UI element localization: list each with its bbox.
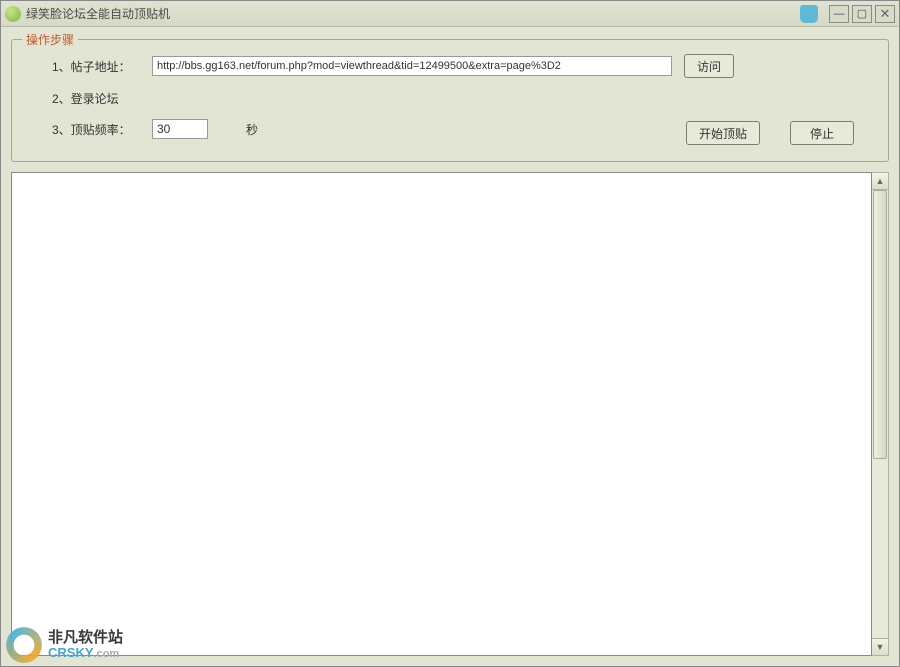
label-login: 2、登录论坛	[52, 90, 152, 107]
label-frequency: 3、顶贴频率：	[52, 121, 152, 138]
label-post-url: 1、帖子地址：	[52, 58, 152, 75]
start-button[interactable]: 开始顶贴	[686, 121, 760, 145]
row-post-url: 1、帖子地址： 访问	[22, 54, 878, 78]
window-controls: — ▢ ✕	[829, 5, 895, 23]
scroll-thumb[interactable]	[873, 190, 887, 459]
viewer-area: ▲ ▼	[11, 172, 889, 656]
row-login: 2、登录论坛	[22, 90, 878, 107]
maximize-button[interactable]: ▢	[852, 5, 872, 23]
stop-button[interactable]: 停止	[790, 121, 854, 145]
title-bar: 绿笑脸论坛全能自动顶贴机 — ▢ ✕	[1, 1, 899, 27]
scroll-down-button[interactable]: ▼	[872, 638, 888, 655]
groupbox-title: 操作步骤	[22, 31, 78, 48]
app-icon	[5, 6, 21, 22]
steps-groupbox: 操作步骤 1、帖子地址： 访问 2、登录论坛 3、顶贴频率： 秒 开始顶贴 停止	[11, 39, 889, 162]
visit-button[interactable]: 访问	[684, 54, 734, 78]
unit-seconds: 秒	[246, 121, 258, 138]
browser-viewport[interactable]	[11, 172, 872, 656]
scroll-up-button[interactable]: ▲	[872, 173, 888, 190]
close-button[interactable]: ✕	[875, 5, 895, 23]
post-url-input[interactable]	[152, 56, 672, 76]
scroll-track[interactable]	[872, 190, 888, 638]
minimize-button[interactable]: —	[829, 5, 849, 23]
frequency-input[interactable]	[152, 119, 208, 139]
helper-icon[interactable]	[800, 5, 818, 23]
app-window: 绿笑脸论坛全能自动顶贴机 — ▢ ✕ 操作步骤 1、帖子地址： 访问 2、登录论…	[0, 0, 900, 667]
window-title: 绿笑脸论坛全能自动顶贴机	[26, 5, 795, 22]
content-area: 操作步骤 1、帖子地址： 访问 2、登录论坛 3、顶贴频率： 秒 开始顶贴 停止	[1, 27, 899, 666]
vertical-scrollbar[interactable]: ▲ ▼	[872, 172, 889, 656]
